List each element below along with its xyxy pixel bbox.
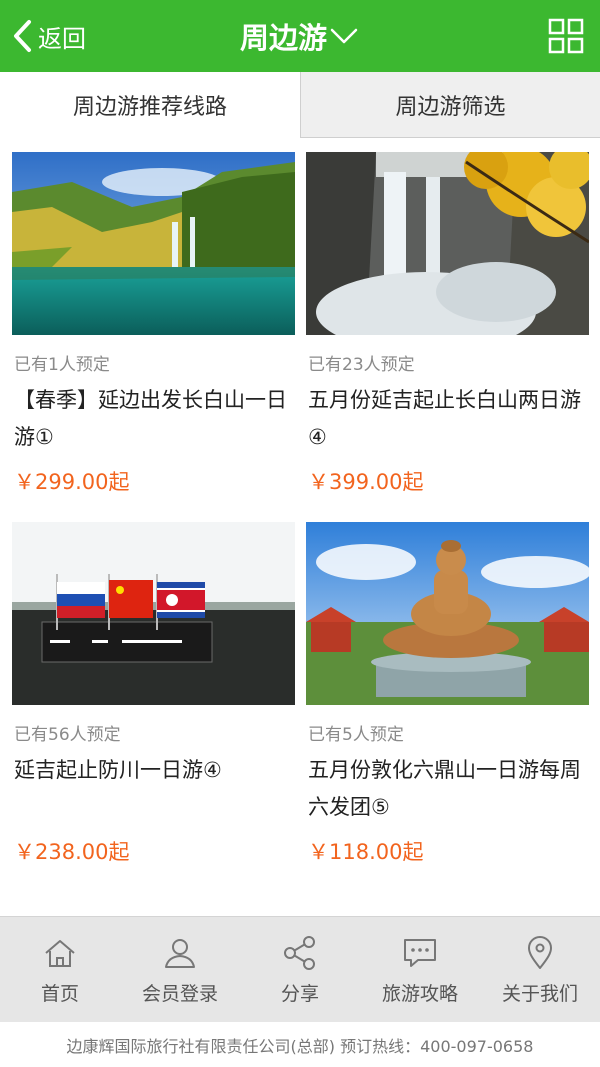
- nav-label: 会员登录: [141, 983, 218, 1005]
- tab-filter[interactable]: 周边游筛选: [300, 72, 600, 138]
- booked-count: 已有23人预定: [308, 355, 415, 375]
- product-image-buddha[interactable]: [306, 522, 589, 705]
- nav-label: 分享: [280, 983, 319, 1005]
- booked-count: 已有5人预定: [308, 725, 404, 745]
- product-price: ￥118.00起: [308, 840, 424, 864]
- chat-icon: [402, 935, 438, 971]
- booked-count: 已有1人预定: [14, 355, 110, 375]
- product-card[interactable]: 已有23人预定 五月份延吉起止长白山两日游④ ￥399.00起: [306, 152, 589, 512]
- tab-bar: 周边游推荐线路 周边游筛选: [0, 72, 600, 138]
- chevron-down-icon: [329, 21, 359, 51]
- product-price: ￥399.00起: [308, 470, 424, 494]
- product-image-flags[interactable]: [12, 522, 295, 705]
- bottom-nav: 首页 会员登录 分享 旅游攻略 关于我们: [0, 916, 600, 1022]
- page-title-dropdown[interactable]: 周边游: [240, 14, 359, 58]
- product-image-waterfall[interactable]: [306, 152, 589, 335]
- back-button[interactable]: 返回: [8, 14, 86, 58]
- nav-label: 关于我们: [501, 983, 578, 1005]
- product-name[interactable]: 五月份延吉起止长白山两日游④: [308, 382, 590, 456]
- nav-home[interactable]: 首页: [0, 917, 120, 1023]
- company-footer: 边康辉国际旅行社有限责任公司(总部) 预订热线：400-097-0658: [0, 1022, 600, 1067]
- product-price: ￥299.00起: [14, 470, 130, 494]
- product-name[interactable]: 【春季】延边出发长白山一日游①: [14, 382, 296, 456]
- nav-label: 旅游攻略: [381, 983, 458, 1005]
- product-card[interactable]: 已有56人预定 延吉起止防川一日游④ ￥238.00起: [12, 522, 295, 882]
- tab-recommended-routes[interactable]: 周边游推荐线路: [0, 72, 300, 138]
- back-label: 返回: [38, 24, 86, 53]
- product-price: ￥238.00起: [14, 840, 130, 864]
- location-icon: [522, 935, 558, 971]
- top-bar: 返回 周边游: [0, 0, 600, 72]
- nav-travel-guide[interactable]: 旅游攻略: [360, 917, 480, 1023]
- share-icon: [282, 935, 318, 971]
- nav-about-us[interactable]: 关于我们: [480, 917, 600, 1023]
- product-card[interactable]: 已有1人预定 【春季】延边出发长白山一日游① ￥299.00起: [12, 152, 295, 512]
- chevron-left-icon: [8, 16, 38, 56]
- booked-count: 已有56人预定: [14, 725, 121, 745]
- grid-icon[interactable]: [548, 18, 584, 54]
- product-name[interactable]: 五月份敦化六鼎山一日游每周六发团⑤: [308, 752, 590, 826]
- product-name[interactable]: 延吉起止防川一日游④: [14, 752, 296, 789]
- nav-share[interactable]: 分享: [240, 917, 360, 1023]
- page-title: 周边游: [240, 21, 328, 55]
- user-icon: [162, 935, 198, 971]
- nav-member-login[interactable]: 会员登录: [120, 917, 240, 1023]
- product-image-lake[interactable]: [12, 152, 295, 335]
- home-icon: [42, 935, 78, 971]
- product-card[interactable]: 已有5人预定 五月份敦化六鼎山一日游每周六发团⑤ ￥118.00起: [306, 522, 589, 882]
- nav-label: 首页: [40, 983, 79, 1005]
